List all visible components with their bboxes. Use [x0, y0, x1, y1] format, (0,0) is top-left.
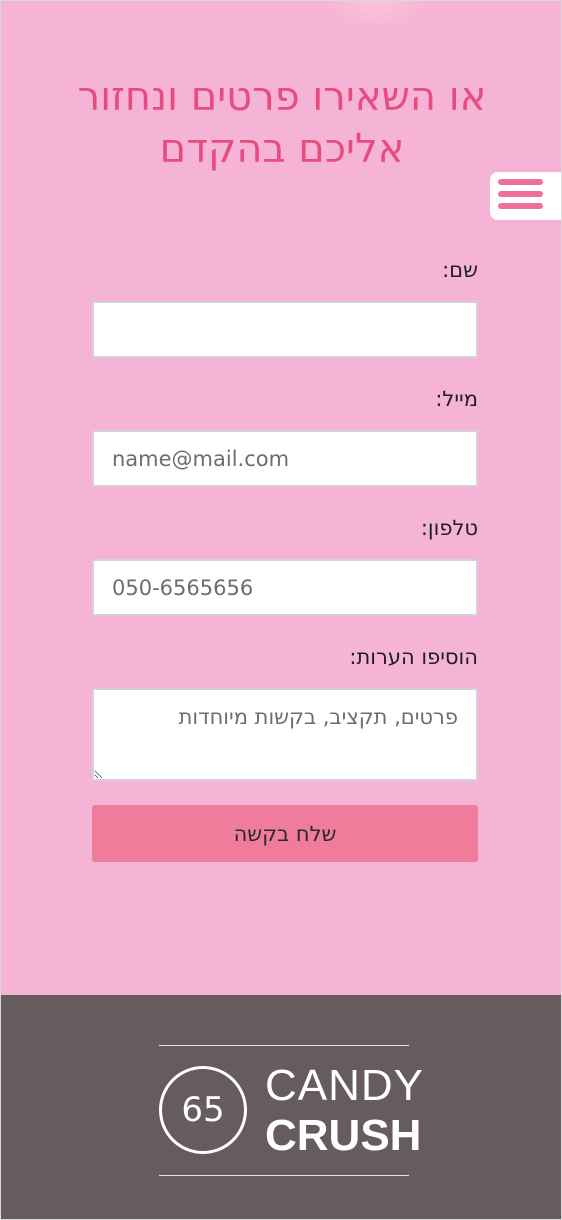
page: או השאירו פרטים ונחזור אליכם בהקדם שם: מ… [0, 0, 562, 1220]
logo-word-crush: CRUSH [265, 1111, 422, 1160]
submit-button[interactable]: שלח בקשה [92, 805, 478, 862]
footer: 65 CANDY CRUSH [1, 995, 561, 1219]
phone-field[interactable] [92, 559, 478, 616]
logo-bottom-rule [159, 1175, 409, 1176]
hamburger-menu-icon [498, 179, 561, 209]
logo-top-rule [159, 1045, 409, 1046]
name-label: שם: [442, 258, 478, 282]
logo-number-circle: 65 [159, 1066, 247, 1154]
notes-label: הוסיפו הערות: [349, 645, 478, 669]
phone-label: טלפון: [420, 516, 478, 540]
hamburger-menu-button[interactable] [490, 172, 561, 220]
candy-crush-logo[interactable]: 65 CANDY CRUSH [159, 1045, 423, 1176]
notes-textarea[interactable] [92, 688, 478, 781]
logo-word-candy: CANDY [265, 1061, 425, 1110]
page-title: או השאירו פרטים ונחזור אליכם בהקדם [77, 74, 487, 172]
email-label: מייל: [435, 387, 478, 411]
name-field[interactable] [92, 301, 478, 358]
decorative-glow [321, 1, 431, 31]
email-field[interactable] [92, 430, 478, 487]
logo-number: 65 [181, 1090, 225, 1130]
